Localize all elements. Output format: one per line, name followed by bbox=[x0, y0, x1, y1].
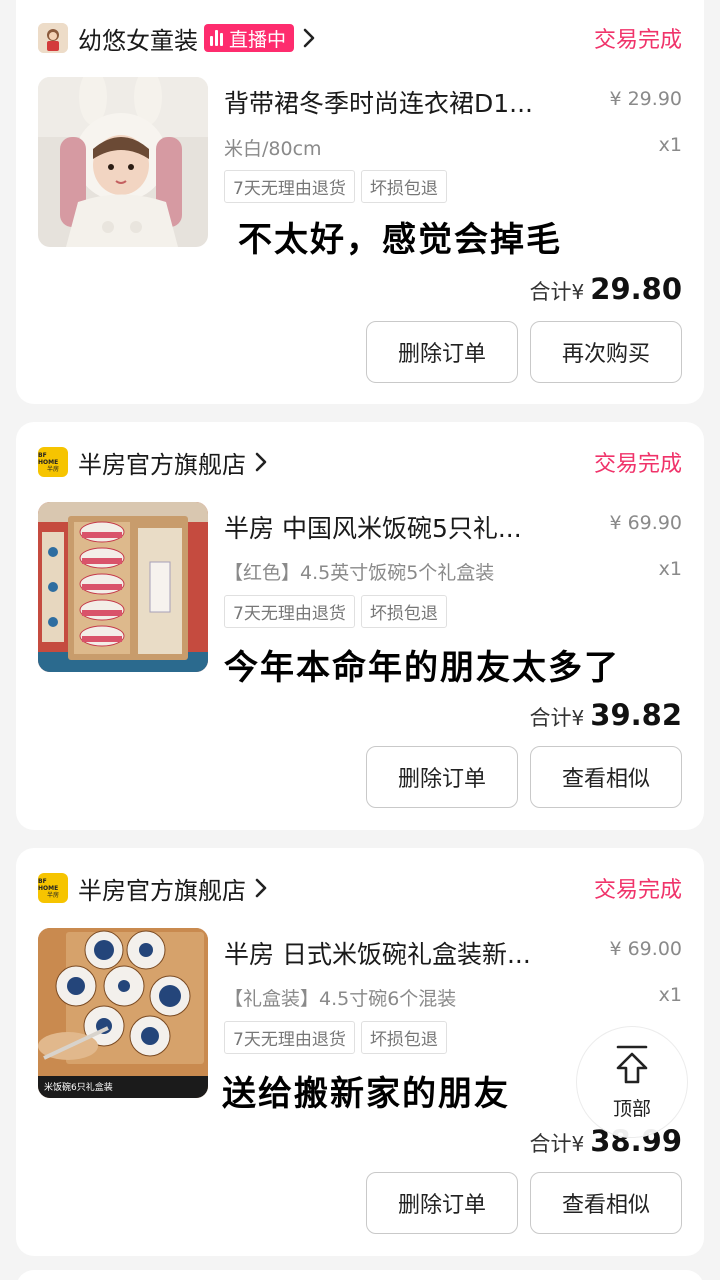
total-label: 合计 bbox=[529, 280, 572, 304]
service-tags: 7天无理由退货 坏损包退 bbox=[224, 170, 453, 203]
live-bars-icon bbox=[210, 30, 225, 46]
product-title[interactable]: 半房 日式米饭碗礼盒装新... bbox=[224, 935, 594, 971]
shop-logo: BF HOME 半房 bbox=[38, 447, 68, 477]
tag-damage: 坏损包退 bbox=[360, 170, 447, 203]
image-caption: 米饭碗6只礼盒装 bbox=[44, 1081, 113, 1093]
tag-damage: 坏损包退 bbox=[360, 595, 447, 628]
overlay-note: 今年本命年的朋友太多了 bbox=[224, 648, 620, 688]
chevron-right-icon[interactable] bbox=[254, 877, 268, 899]
shop-logo-subtext: 半房 bbox=[46, 891, 59, 899]
product-image[interactable]: 米饭碗6只礼盒装 bbox=[38, 928, 208, 1098]
shop-name[interactable]: 半房官方旗舰店 bbox=[78, 871, 246, 906]
delete-order-button[interactable]: 删除订单 bbox=[366, 321, 518, 383]
total-amount: 39.82 bbox=[590, 698, 682, 732]
total-currency: ¥ bbox=[571, 706, 585, 730]
shop-logo bbox=[38, 23, 68, 53]
order-card-4 bbox=[16, 1270, 704, 1280]
product-quantity: x1 bbox=[658, 984, 682, 1006]
total-label: 合计 bbox=[529, 706, 572, 730]
buy-again-button[interactable]: 再次购买 bbox=[530, 321, 682, 383]
total-currency: ¥ bbox=[571, 280, 585, 304]
order-total: 合计 ¥ 29.80 bbox=[530, 272, 682, 306]
chevron-right-icon[interactable] bbox=[302, 27, 316, 49]
order-card-2: BF HOME 半房 半房官方旗舰店 交易完成 半房 中国风米饭碗5只礼... … bbox=[16, 422, 704, 830]
shop-logo-subtext: 半房 bbox=[46, 465, 59, 473]
product-price: ¥ 69.90 bbox=[609, 512, 682, 534]
product-quantity: x1 bbox=[658, 134, 682, 156]
product-image[interactable] bbox=[38, 77, 208, 247]
delete-order-button[interactable]: 删除订单 bbox=[366, 746, 518, 808]
product-price: ¥ 69.00 bbox=[609, 938, 682, 960]
shop-logo-text: BF HOME bbox=[38, 877, 59, 892]
product-spec: 【礼盒装】4.5寸碗6个混装 bbox=[224, 988, 457, 1010]
order-status: 交易完成 bbox=[593, 452, 682, 477]
product-title[interactable]: 背带裙冬季时尚连衣裙D1... bbox=[224, 84, 594, 120]
order-status: 交易完成 bbox=[593, 878, 682, 903]
shop-header[interactable]: BF HOME 半房 半房官方旗舰店 交易完成 bbox=[38, 868, 682, 908]
total-amount: 29.80 bbox=[590, 272, 682, 306]
view-similar-button[interactable]: 查看相似 bbox=[530, 746, 682, 808]
product-quantity: x1 bbox=[658, 558, 682, 580]
order-status: 交易完成 bbox=[593, 28, 682, 53]
product-spec: 米白/80cm bbox=[224, 138, 322, 160]
delete-order-button[interactable]: 删除订单 bbox=[366, 1172, 518, 1234]
shop-header[interactable]: BF HOME 半房 半房官方旗舰店 交易完成 bbox=[38, 442, 682, 482]
shop-logo: BF HOME 半房 bbox=[38, 873, 68, 903]
tag-return: 7天无理由退货 bbox=[224, 170, 355, 203]
order-total: 合计 ¥ 39.82 bbox=[530, 698, 682, 732]
service-tags: 7天无理由退货 坏损包退 bbox=[224, 1021, 453, 1054]
live-badge[interactable]: 直播中 bbox=[204, 24, 295, 52]
back-to-top-label: 顶部 bbox=[612, 1097, 651, 1120]
tag-damage: 坏损包退 bbox=[360, 1021, 447, 1054]
total-label: 合计 bbox=[529, 1132, 572, 1156]
back-to-top-button[interactable]: 顶部 bbox=[576, 1026, 688, 1138]
chevron-right-icon[interactable] bbox=[254, 451, 268, 473]
shop-name[interactable]: 半房官方旗舰店 bbox=[78, 445, 246, 480]
overlay-note: 不太好，感觉会掉毛 bbox=[238, 220, 562, 260]
tag-return: 7天无理由退货 bbox=[224, 1021, 355, 1054]
shop-header[interactable]: 幼悠女童装 直播中 交易完成 bbox=[38, 18, 682, 58]
product-spec: 【红色】4.5英寸饭碗5个礼盒装 bbox=[224, 562, 495, 584]
product-title[interactable]: 半房 中国风米饭碗5只礼... bbox=[224, 509, 594, 545]
product-image[interactable] bbox=[38, 502, 208, 672]
tag-return: 7天无理由退货 bbox=[224, 595, 355, 628]
shop-logo-text: BF HOME bbox=[38, 451, 59, 466]
overlay-note: 送给搬新家的朋友 bbox=[222, 1074, 510, 1114]
product-price: ¥ 29.90 bbox=[609, 88, 682, 110]
order-card-1: 幼悠女童装 直播中 交易完成 背带裙冬季时尚连衣裙D1... ¥ 29.90 米… bbox=[16, 0, 704, 404]
service-tags: 7天无理由退货 坏损包退 bbox=[224, 595, 453, 628]
view-similar-button[interactable]: 查看相似 bbox=[530, 1172, 682, 1234]
total-currency: ¥ bbox=[571, 1132, 585, 1156]
arrow-up-icon bbox=[612, 1044, 652, 1092]
shop-name[interactable]: 幼悠女童装 bbox=[78, 21, 198, 56]
live-badge-label: 直播中 bbox=[229, 28, 287, 51]
